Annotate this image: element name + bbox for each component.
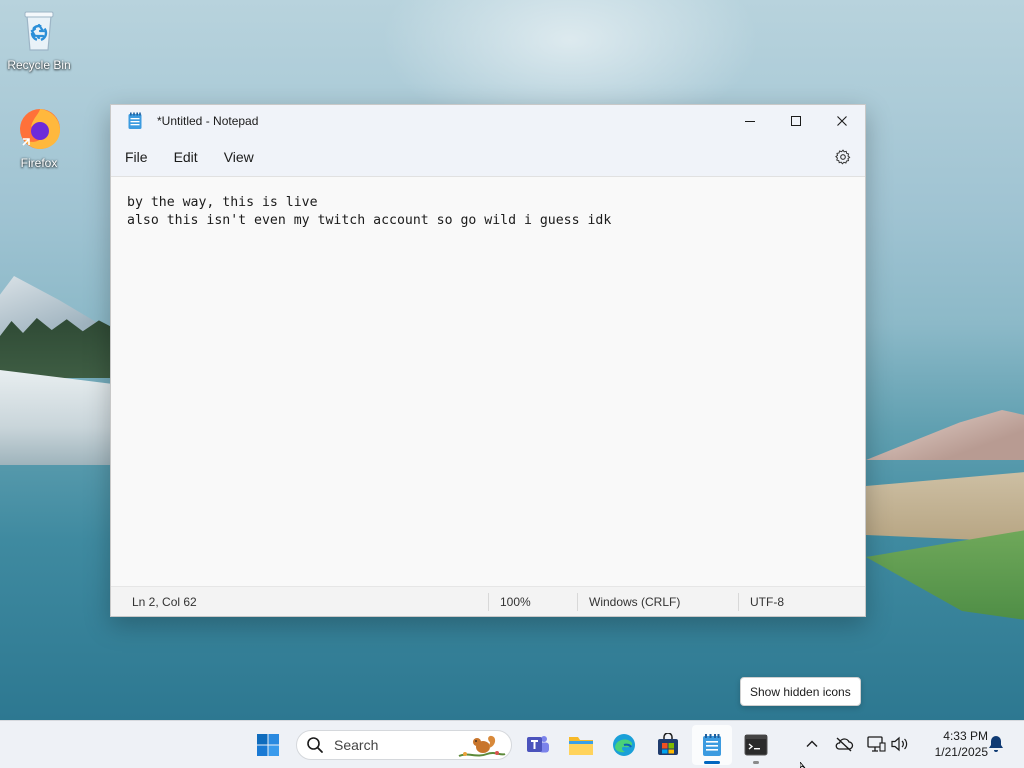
tray-volume[interactable]	[890, 734, 910, 754]
search-highlight-squirrel-icon	[458, 735, 506, 757]
cloud-offline-icon	[835, 737, 854, 752]
taskbar-terminal[interactable]	[736, 725, 776, 765]
notepad-app-icon	[128, 112, 142, 129]
status-encoding: UTF-8	[750, 594, 784, 609]
taskbar-notepad[interactable]	[692, 725, 732, 765]
firefox-icon	[20, 109, 60, 149]
desktop-icon-label: Recycle Bin	[7, 58, 71, 72]
minimize-button[interactable]	[727, 105, 773, 137]
text-editor[interactable]: by the way, this is live also this isn't…	[111, 177, 865, 586]
active-app-indicator	[704, 761, 720, 764]
desktop-icon-firefox[interactable]: Firefox	[1, 104, 77, 170]
menu-edit[interactable]: Edit	[161, 143, 211, 171]
minimize-icon	[745, 121, 755, 122]
wallpaper-forest	[0, 318, 115, 378]
status-cursor-position: Ln 2, Col 62	[132, 594, 197, 609]
running-app-indicator	[753, 761, 759, 764]
wallpaper-cliff	[0, 370, 115, 465]
clock-date: 1/21/2025	[934, 745, 988, 759]
notepad-icon	[703, 734, 721, 756]
menu-bar: File Edit View	[111, 137, 865, 177]
mouse-cursor-icon	[800, 762, 806, 768]
tooltip: Show hidden icons	[740, 677, 861, 706]
clock-time: 4:33 PM	[943, 729, 988, 743]
start-icon	[257, 734, 279, 756]
close-icon	[837, 116, 847, 126]
edge-icon	[613, 734, 635, 756]
wallpaper-mountain-right	[866, 410, 1024, 460]
terminal-icon	[744, 734, 768, 756]
search-placeholder: Search	[334, 737, 379, 753]
status-zoom: 100%	[500, 594, 531, 609]
wallpaper-field	[866, 472, 1024, 542]
menu-view[interactable]: View	[211, 143, 267, 171]
store-icon	[658, 733, 678, 755]
notepad-window: *Untitled - Notepad File Edit View by th…	[110, 104, 866, 617]
gear-icon	[835, 148, 851, 165]
notifications-button[interactable]	[986, 734, 1006, 754]
settings-button[interactable]	[833, 147, 853, 167]
menu-file[interactable]: File	[112, 143, 161, 171]
taskbar-file-explorer[interactable]	[561, 725, 601, 765]
maximize-icon	[791, 116, 801, 126]
teams-icon	[527, 736, 549, 753]
start-button[interactable]	[248, 725, 288, 765]
recycle-bin-icon	[24, 11, 54, 51]
bell-icon	[989, 736, 1003, 752]
taskbar-search-box[interactable]: Search	[296, 730, 512, 760]
close-button[interactable]	[819, 105, 865, 137]
taskbar-edge[interactable]	[604, 725, 644, 765]
file-explorer-icon	[569, 737, 593, 755]
show-hidden-icons-button[interactable]	[802, 734, 822, 754]
chevron-up-icon	[806, 740, 818, 747]
speaker-icon	[891, 736, 908, 752]
tray-network[interactable]	[866, 734, 886, 754]
search-icon	[307, 737, 323, 753]
desktop-icon-recycle-bin[interactable]: Recycle Bin	[1, 6, 77, 72]
maximize-button[interactable]	[773, 105, 819, 137]
network-icon	[867, 736, 886, 752]
taskbar-store[interactable]	[648, 725, 688, 765]
desktop-icon-label: Firefox	[20, 156, 58, 170]
window-title: *Untitled - Notepad	[157, 114, 259, 128]
taskbar-teams[interactable]	[518, 725, 558, 765]
tray-onedrive-offline[interactable]	[834, 734, 854, 754]
status-line-ending: Windows (CRLF)	[589, 594, 681, 609]
taskbar-clock[interactable]: 4:33 PM 1/21/2025	[918, 728, 988, 760]
wallpaper-grass	[866, 530, 1024, 620]
status-bar: Ln 2, Col 62 100% Windows (CRLF) UTF-8	[111, 586, 865, 616]
title-bar[interactable]: *Untitled - Notepad	[111, 105, 865, 137]
